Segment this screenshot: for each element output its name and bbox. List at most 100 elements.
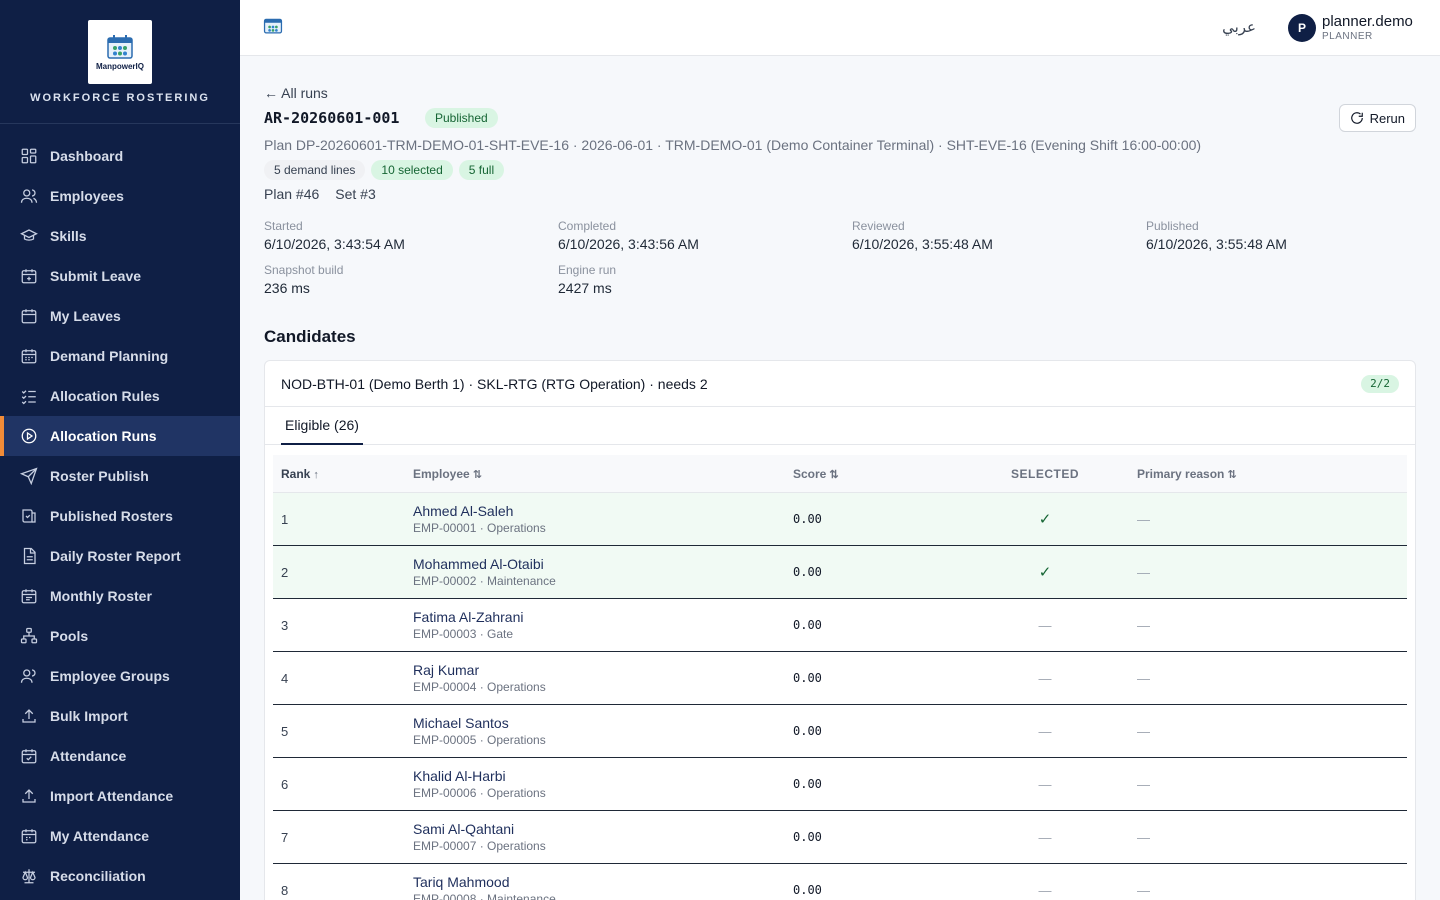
sidebar-item-label: My Attendance	[50, 828, 150, 844]
sidebar-item-demand-planning[interactable]: Demand Planning	[0, 336, 240, 376]
score-cell: 0.00	[793, 512, 822, 526]
table-row[interactable]: 8 Tariq Mahmood EMP-00008 · Maintenance 0.0…	[273, 864, 1407, 900]
sidebar-item-published-rosters[interactable]: Published Rosters	[0, 496, 240, 536]
app-logo[interactable]: ManpowerIQ	[88, 20, 152, 84]
meta-value: 6/10/2026, 3:55:48 AM	[1146, 236, 1287, 252]
plan-set-info: Plan #46 Set #3	[264, 186, 376, 202]
fill-count-badge: 2/2	[1361, 374, 1399, 393]
demand-line-header[interactable]: NOD-BTH-01 (Demo Berth 1) · SKL-RTG (RTG…	[265, 361, 1415, 407]
sidebar-item-pools[interactable]: Pools	[0, 616, 240, 656]
employee-name[interactable]: Raj Kumar	[413, 662, 793, 678]
sort-icon: ⇅	[1227, 468, 1237, 481]
employee-meta: EMP-00007 · Operations	[413, 839, 546, 853]
sort-icon: ⇅	[829, 468, 839, 481]
table-row[interactable]: 7 Sami Al-Qahtani EMP-00007 · Operations 0.…	[273, 811, 1407, 864]
sort-icon: ⇅	[472, 468, 482, 481]
back-to-runs-link[interactable]: ← All runs	[264, 85, 328, 101]
employee-cell: Sami Al-Qahtani EMP-00007 · Operations	[413, 821, 793, 853]
table-row[interactable]: 2 Mohammed Al-Otaibi EMP-00002 · Maintenan…	[273, 546, 1407, 599]
rerun-button[interactable]: Rerun	[1338, 104, 1416, 132]
rank-cell: 6	[281, 776, 289, 792]
full-chip: 5 full	[458, 160, 505, 180]
score-cell: 0.00	[793, 830, 822, 844]
sidebar-item-daily-roster-report[interactable]: Daily Roster Report	[0, 536, 240, 576]
upload-icon	[22, 709, 36, 723]
table-row[interactable]: 6 Khalid Al-Harbi EMP-00006 · Operations 0.…	[273, 758, 1407, 811]
run-id: AR-20260601-001	[264, 109, 400, 127]
sidebar-item-skills[interactable]: Skills	[0, 216, 240, 256]
sidebar-item-import-attendance[interactable]: Import Attendance	[0, 776, 240, 816]
employee-meta: EMP-00005 · Operations	[413, 733, 546, 747]
employee-meta: EMP-00004 · Operations	[413, 680, 546, 694]
sidebar-item-roster-publish[interactable]: Roster Publish	[0, 456, 240, 496]
employee-name[interactable]: Sami Al-Qahtani	[413, 821, 793, 837]
employee-meta: EMP-00003 · Gate	[413, 627, 514, 641]
score-cell: 0.00	[793, 565, 822, 579]
top-logo-icon[interactable]	[260, 16, 286, 38]
sidebar-item-allocation-rules[interactable]: Allocation Rules	[0, 376, 240, 416]
logo-text: ManpowerIQ	[95, 61, 144, 71]
column-primary-reason[interactable]: Primary reason ⇅	[1127, 467, 1407, 481]
rank-cell: 3	[281, 617, 289, 633]
meta-label: Reviewed	[852, 219, 905, 233]
sidebar-item-label: Allocation Rules	[50, 388, 160, 404]
plan-number: Plan #46	[264, 186, 320, 202]
employee-name[interactable]: Michael Santos	[413, 715, 793, 731]
column-employee-label: Employee	[413, 466, 470, 481]
sidebar-item-label: Allocation Runs	[50, 428, 157, 444]
avatar[interactable]: P	[1288, 14, 1316, 42]
sidebar-item-employee-groups[interactable]: Employee Groups	[0, 656, 240, 696]
meta-value: 6/10/2026, 3:55:48 AM	[852, 236, 993, 252]
sidebar-item-attendance[interactable]: Attendance	[0, 736, 240, 776]
sidebar-item-allocation-runs[interactable]: Allocation Runs	[0, 416, 240, 456]
sidebar-item-submit-leave[interactable]: Submit Leave	[0, 256, 240, 296]
employee-cell: Michael Santos EMP-00005 · Operations	[413, 715, 793, 747]
sidebar-item-reconciliation[interactable]: Reconciliation	[0, 856, 240, 896]
grid-icon	[21, 148, 37, 164]
sidebar-item-my-leaves[interactable]: My Leaves	[0, 296, 240, 336]
score-cell: 0.00	[793, 724, 822, 738]
meta-value: 2427 ms	[558, 280, 612, 296]
topbar: عربي P planner.demo PLANNER	[240, 0, 1440, 56]
employee-name[interactable]: Fatima Al-Zahrani	[413, 609, 793, 625]
table-row[interactable]: 5 Michael Santos EMP-00005 · Operations 0.0…	[273, 705, 1407, 758]
calendar-month-icon	[21, 589, 37, 604]
employee-name[interactable]: Ahmed Al-Saleh	[413, 503, 793, 519]
sidebar-item-label: My Leaves	[50, 308, 121, 324]
user-role: PLANNER	[1322, 31, 1373, 42]
rank-cell: 4	[281, 670, 289, 686]
column-rank-label: Rank	[281, 466, 311, 481]
main-content: ← All runs AR-20260601-001 Published Rer…	[240, 56, 1440, 900]
sidebar-item-my-attendance[interactable]: My Attendance	[0, 816, 240, 856]
score-cell: 0.00	[793, 671, 822, 685]
demand-line-title: NOD-BTH-01 (Demo Berth 1) · SKL-RTG (RTG…	[281, 375, 708, 392]
column-score[interactable]: Score ⇅	[793, 467, 963, 481]
meta-label: Snapshot build	[264, 263, 344, 277]
sidebar-item-monthly-roster[interactable]: Monthly Roster	[0, 576, 240, 616]
table-body: 1 Ahmed Al-Saleh EMP-00001 · Operations 0.0…	[273, 493, 1407, 900]
rerun-label: Rerun	[1369, 110, 1405, 126]
graduation-cap-icon	[20, 229, 38, 241]
tab-eligible[interactable]: Eligible (26)	[281, 407, 363, 445]
column-rank[interactable]: Rank ↑	[273, 467, 413, 481]
sidebar-item-label: Bulk Import	[50, 708, 128, 724]
table-row[interactable]: 1 Ahmed Al-Saleh EMP-00001 · Operations 0.0…	[273, 493, 1407, 546]
language-toggle[interactable]: عربي	[1222, 18, 1256, 36]
reason-cell: —	[1137, 617, 1150, 633]
table-row[interactable]: 4 Raj Kumar EMP-00004 · Operations 0.00 — —	[273, 652, 1407, 705]
table-row[interactable]: 3 Fatima Al-Zahrani EMP-00003 · Gate 0.00 — —	[273, 599, 1407, 652]
sidebar-item-bulk-import[interactable]: Bulk Import	[0, 696, 240, 736]
employee-name[interactable]: Khalid Al-Harbi	[413, 768, 793, 784]
meta-published: Published 6/10/2026, 3:55:48 AM	[1146, 219, 1287, 252]
calendar-check-icon	[21, 749, 37, 764]
column-employee[interactable]: Employee ⇅	[413, 467, 793, 481]
meta-value: 236 ms	[264, 280, 310, 296]
sidebar-item-label: Published Rosters	[50, 508, 173, 524]
refresh-icon	[1350, 112, 1363, 124]
sidebar-item-label: Skills	[50, 228, 87, 244]
user-name[interactable]: planner.demo	[1322, 13, 1413, 30]
sidebar-item-employees[interactable]: Employees	[0, 176, 240, 216]
employee-name[interactable]: Tariq Mahmood	[413, 874, 793, 890]
employee-name[interactable]: Mohammed Al-Otaibi	[413, 556, 793, 572]
sidebar-item-dashboard[interactable]: Dashboard	[0, 136, 240, 176]
